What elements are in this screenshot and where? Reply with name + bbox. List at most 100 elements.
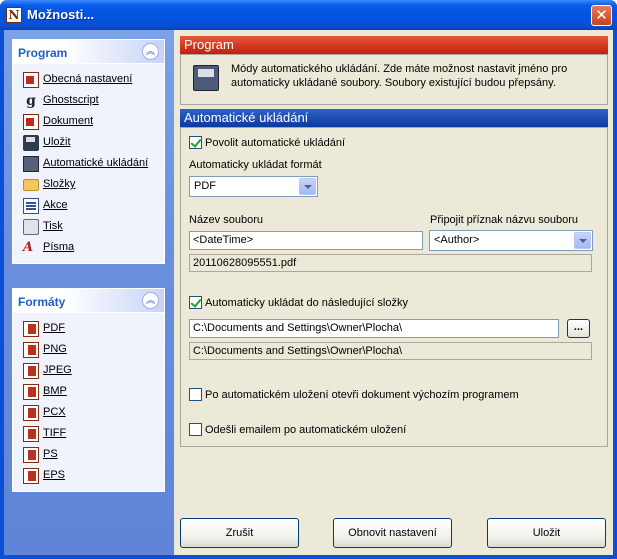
sidebar-item-ps[interactable]: PS [13, 445, 164, 466]
app-icon: N [6, 7, 22, 23]
send-email-row[interactable]: Odešli emailem po automatickém uložení [189, 423, 406, 439]
auto-save-icon [193, 65, 219, 91]
autosave-section-box: Povolit automatické ukládání Automaticky… [180, 127, 608, 447]
sidebar-item-folders[interactable]: Složky [13, 175, 164, 196]
sidebar-item-tiff[interactable]: TIFF [13, 424, 164, 445]
sidebar-item-label: Akce [43, 199, 68, 211]
options-window: N Možnosti... ✕ Program ︽ Obecná nastave… [0, 0, 617, 559]
program-description-box: Módy automatického ukládání. Zde máte mo… [180, 54, 608, 105]
token-select[interactable]: <Author> [429, 230, 593, 251]
sidebar-item-label: PDF [43, 322, 65, 334]
sidebar-item-label: Obecná nastavení [43, 73, 133, 85]
enable-autosave-checkbox[interactable] [189, 136, 202, 149]
printer-icon [23, 219, 39, 235]
sidebar-item-label: TIFF [43, 427, 67, 439]
program-section-header: Program [180, 36, 608, 54]
sidebar-item-label: Složky [43, 178, 76, 190]
filename-preview: 20110628095551.pdf [189, 254, 592, 272]
autosave-folder-row[interactable]: Automaticky ukládat do následující složk… [189, 296, 408, 312]
autosave-folder-checkbox[interactable] [189, 296, 202, 309]
sidebar-item-jpeg[interactable]: JPEG [13, 361, 164, 382]
sidebar-item-fonts[interactable]: A Písma [13, 238, 164, 259]
token-select-value: <Author> [434, 234, 480, 246]
bmp-format-icon [23, 384, 39, 400]
filename-input[interactable]: <DateTime> [189, 231, 423, 250]
collapse-formats-icon[interactable]: ︽ [142, 292, 159, 309]
title-bar[interactable]: N Možnosti... ✕ [0, 0, 617, 30]
sidebar-item-save[interactable]: Uložit [13, 133, 164, 154]
sidebar-item-label: PCX [43, 406, 66, 418]
formats-panel: Formáty ︽ PDF PNG JPEG BMP PCX TIFF PS E… [12, 288, 165, 492]
sidebar-item-label: Ghostscript [43, 94, 99, 106]
floppy-disk-icon [23, 135, 39, 151]
browse-folder-button[interactable]: ... [567, 319, 590, 338]
document-settings-icon [23, 72, 39, 88]
autosave-folder-label: Automaticky ukládat do následující složk… [205, 296, 408, 309]
ghostscript-icon: g [26, 93, 36, 109]
sidebar-item-label: Automatické ukládání [43, 157, 149, 169]
sidebar-item-auto-save[interactable]: Automatické ukládání [13, 154, 164, 175]
filename-label: Název souboru [189, 214, 263, 226]
sidebar-item-label: EPS [43, 469, 66, 481]
open-default-row[interactable]: Po automatickém uložení otevři dokument … [189, 388, 519, 404]
sidebar: Program ︽ Obecná nastavení g Ghostscript… [4, 30, 174, 555]
folder-preview: C:\Documents and Settings\Owner\Plocha\ [189, 342, 592, 360]
send-email-label: Odešli emailem po automatickém uložení [205, 423, 407, 436]
sidebar-item-png[interactable]: PNG [13, 340, 164, 361]
program-panel-title: Program [18, 46, 68, 60]
sidebar-item-ghostscript[interactable]: g Ghostscript [13, 91, 164, 112]
document-icon [23, 114, 39, 130]
sidebar-item-pdf[interactable]: PDF [13, 319, 164, 340]
sidebar-item-bmp[interactable]: BMP [13, 382, 164, 403]
png-format-icon [23, 342, 39, 358]
save-button[interactable]: Uložit [487, 518, 606, 548]
formats-panel-header[interactable]: Formáty ︽ [13, 289, 164, 313]
pdf-format-icon [23, 321, 39, 337]
collapse-program-icon[interactable]: ︽ [142, 43, 159, 60]
sidebar-item-label: BMP [43, 385, 67, 397]
open-default-checkbox[interactable] [189, 388, 202, 401]
open-default-label: Po automatickém uložení otevři dokument … [205, 388, 519, 401]
sidebar-item-actions[interactable]: Akce [13, 196, 164, 217]
sidebar-item-label: JPEG [43, 364, 72, 376]
sidebar-item-pcx[interactable]: PCX [13, 403, 164, 424]
sidebar-item-eps[interactable]: EPS [13, 466, 164, 487]
close-button[interactable]: ✕ [591, 5, 612, 26]
sidebar-item-print[interactable]: Tisk [13, 217, 164, 238]
format-label: Automaticky ukládat formát [189, 159, 322, 171]
eps-format-icon [23, 468, 39, 484]
cancel-button[interactable]: Zrušit [180, 518, 299, 548]
folder-input[interactable]: C:\Documents and Settings\Owner\Plocha\ [189, 319, 559, 338]
sidebar-item-label: Písma [43, 241, 75, 253]
formats-panel-title: Formáty [18, 295, 66, 309]
program-panel: Program ︽ Obecná nastavení g Ghostscript… [12, 39, 165, 264]
sidebar-item-label: Dokument [43, 115, 94, 127]
send-email-checkbox[interactable] [189, 423, 202, 436]
chevron-down-icon[interactable] [299, 178, 316, 195]
reset-settings-button[interactable]: Obnovit nastavení [333, 518, 452, 548]
window-title: Možnosti... [27, 7, 95, 22]
sidebar-item-label: PNG [43, 343, 67, 355]
folder-icon [23, 179, 39, 191]
sidebar-item-label: PS [43, 448, 58, 460]
sidebar-item-label: Uložit [43, 136, 71, 148]
format-select-value: PDF [194, 180, 216, 192]
tiff-format-icon [23, 426, 39, 442]
token-label: Připojit příznak názvu souboru [430, 214, 578, 226]
format-select[interactable]: PDF [189, 176, 318, 197]
program-description: Módy automatického ukládání. Zde máte mo… [231, 63, 568, 89]
program-panel-header[interactable]: Program ︽ [13, 40, 164, 64]
auto-save-icon [23, 156, 39, 172]
ps-format-icon [23, 447, 39, 463]
actions-icon [23, 198, 39, 214]
pcx-format-icon [23, 405, 39, 421]
autosave-section-header: Automatické ukládání [180, 109, 608, 127]
sidebar-item-general-settings[interactable]: Obecná nastavení [13, 70, 164, 91]
enable-autosave-label: Povolit automatické ukládání [205, 136, 346, 149]
sidebar-item-document[interactable]: Dokument [13, 112, 164, 133]
jpeg-format-icon [23, 363, 39, 379]
enable-autosave-row[interactable]: Povolit automatické ukládání [189, 136, 345, 152]
chevron-down-icon[interactable] [574, 232, 591, 249]
close-icon: ✕ [595, 7, 608, 24]
dialog-client: Program ︽ Obecná nastavení g Ghostscript… [4, 30, 613, 555]
